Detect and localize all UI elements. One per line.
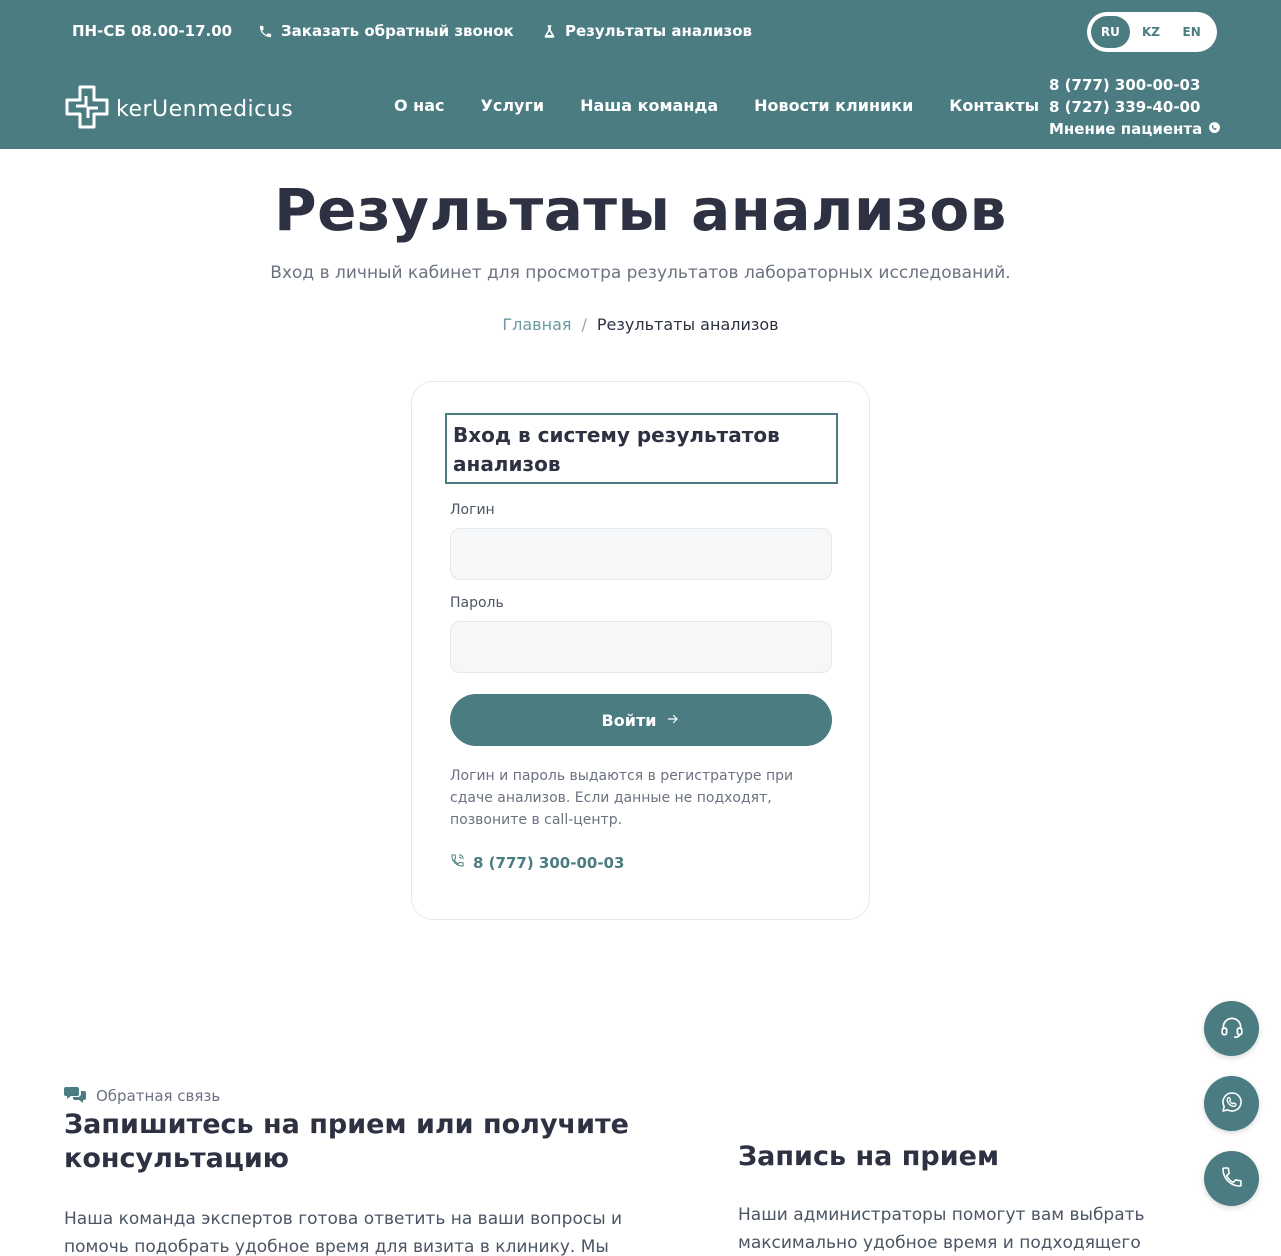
callcenter-phone-text: 8 (777) 300-00-03 <box>473 853 625 872</box>
login-card-title: Вход в систему результатов анализов <box>445 413 838 484</box>
site-logo[interactable]: kerUenmedicus <box>64 84 293 134</box>
language-switcher: RU KZ EN <box>1087 12 1217 52</box>
arrow-right-icon <box>666 711 680 730</box>
headset-icon <box>1219 1014 1245 1044</box>
login-label: Логин <box>450 502 495 518</box>
cross-logo-icon <box>64 84 110 134</box>
patient-opinion-label: Мнение пациента <box>1049 120 1203 138</box>
whatsapp-icon <box>1220 1090 1244 1118</box>
feedback-title: Запишитесь на прием или получите консуль… <box>64 1109 629 1174</box>
header-phone-2[interactable]: 8 (727) 339-40-00 <box>1049 96 1200 118</box>
whatsapp-icon <box>1208 118 1221 140</box>
site-header: ПН-СБ 08.00-17.00 Заказать обратный звон… <box>0 0 1281 149</box>
breadcrumb: Главная / Результаты анализов <box>0 315 1281 334</box>
feedback-tag: Обратная связь <box>64 1085 220 1107</box>
results-link[interactable]: Результаты анализов <box>542 22 752 40</box>
callcenter-phone-link[interactable]: 8 (777) 300-00-03 <box>450 853 624 872</box>
appointment-text: Наши администраторы помогут вам выбрать … <box>738 1205 1145 1253</box>
header-contacts: 8 (777) 300-00-03 8 (727) 339-40-00 Мнен… <box>1049 74 1221 140</box>
page-title: Результаты анализов <box>274 176 1007 244</box>
breadcrumb-home[interactable]: Главная <box>502 315 571 334</box>
flask-icon <box>542 24 557 39</box>
working-hours-text: ПН-СБ 08.00-17.00 <box>72 22 233 40</box>
nav-contacts[interactable]: Контакты <box>949 96 1039 115</box>
nav-team[interactable]: Наша команда <box>580 96 718 115</box>
password-label: Пароль <box>450 595 504 611</box>
nav-about[interactable]: О нас <box>394 96 445 115</box>
login-note: Логин и пароль выдаются в регистратуре п… <box>450 768 794 828</box>
appointment-title: Запись на прием <box>738 1141 1000 1172</box>
chat-bubbles-icon <box>64 1085 86 1107</box>
phone-icon <box>258 24 273 39</box>
logo-text: kerUenmedicus <box>116 96 294 122</box>
login-submit-button[interactable]: Войти <box>450 694 832 746</box>
patient-opinion-link[interactable]: Мнение пациента <box>1049 118 1221 140</box>
phone-call-icon <box>450 853 465 872</box>
breadcrumb-separator: / <box>581 315 587 334</box>
lang-en[interactable]: EN <box>1172 16 1211 48</box>
call-button[interactable] <box>1204 1151 1259 1206</box>
callback-label: Заказать обратный звонок <box>281 22 514 40</box>
lang-kz[interactable]: KZ <box>1132 16 1171 48</box>
main-nav: О нас Услуги Наша команда Новости клиник… <box>394 96 1039 115</box>
feedback-tag-label: Обратная связь <box>96 1087 221 1105</box>
results-label: Результаты анализов <box>565 22 753 40</box>
nav-news[interactable]: Новости клиники <box>754 96 913 115</box>
whatsapp-button[interactable] <box>1204 1076 1259 1131</box>
callback-link[interactable]: Заказать обратный звонок <box>258 22 514 40</box>
login-card: Вход в систему результатов анализов Логи… <box>411 381 870 920</box>
feedback-text: Наша команда экспертов готова ответить н… <box>64 1209 623 1256</box>
header-phone-1[interactable]: 8 (777) 300-00-03 <box>1049 74 1200 96</box>
support-button[interactable] <box>1204 1001 1259 1056</box>
phone-icon <box>1220 1165 1244 1193</box>
working-hours: ПН-СБ 08.00-17.00 <box>72 22 232 40</box>
password-input[interactable] <box>450 621 832 673</box>
breadcrumb-current: Результаты анализов <box>596 315 779 334</box>
nav-services[interactable]: Услуги <box>481 96 545 115</box>
login-submit-label: Войти <box>601 710 657 730</box>
lang-ru[interactable]: RU <box>1091 16 1130 48</box>
login-input[interactable] <box>450 528 832 580</box>
page-subtitle: Вход в личный кабинет для просмотра резу… <box>270 263 1011 283</box>
